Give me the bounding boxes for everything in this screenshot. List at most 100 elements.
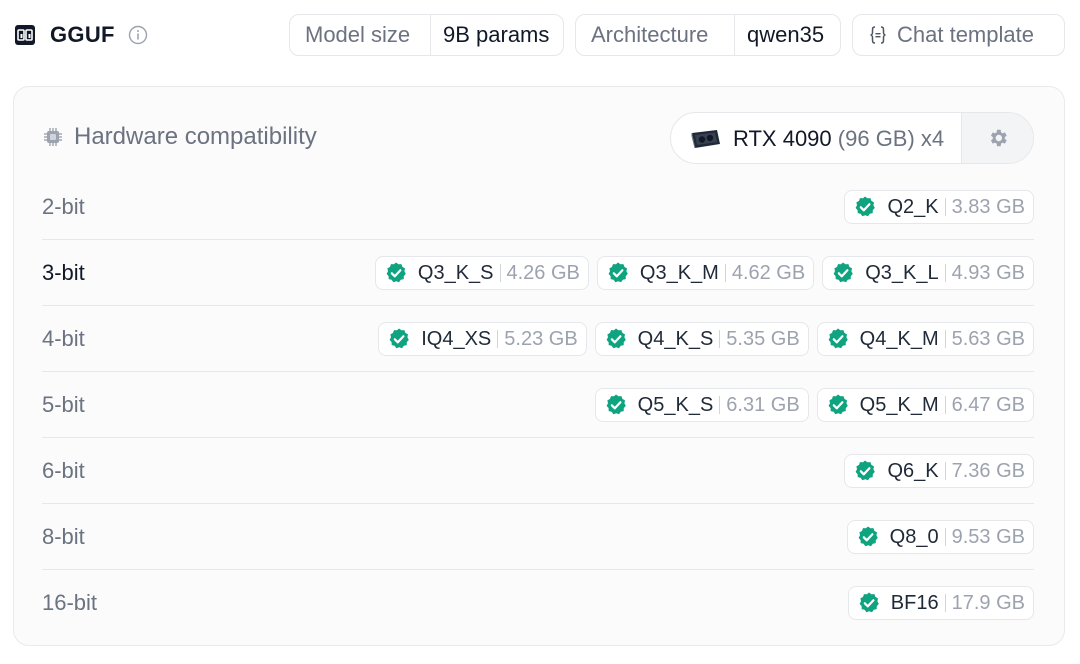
gpu-settings-button[interactable] — [961, 113, 1033, 163]
quant-size: 5.63 GB — [951, 327, 1025, 350]
quant-name: Q5_K_S — [637, 393, 714, 416]
quant-file-tag[interactable]: Q3_K_S 4.26 GB — [374, 256, 589, 290]
gpu-model: RTX 4090 — [733, 126, 832, 151]
quant-row-5-bit: 5-bit Q5_K_S 6.31 GB Q5_K_M 6.47 GB — [42, 372, 1034, 438]
bit-label: 3-bit — [42, 260, 85, 285]
quant-name: Q6_K — [887, 459, 939, 482]
quant-tags: Q8_0 9.53 GB — [846, 520, 1034, 554]
quant-row-2-bit: 2-bit Q2_K 3.83 GB — [42, 174, 1034, 240]
quant-name: Q3_K_M — [639, 261, 719, 284]
verified-check-icon — [608, 262, 628, 283]
quant-name: IQ4_XS — [421, 327, 492, 350]
model-size-pill: Model size 9B params — [289, 14, 564, 56]
quant-name: Q4_K_S — [637, 327, 714, 350]
quant-file-tag[interactable]: BF16 17.9 GB — [847, 586, 1034, 620]
quant-row-16-bit: 16-bit BF16 17.9 GB — [42, 570, 1034, 636]
chip-icon — [44, 128, 62, 146]
quant-file-tag[interactable]: Q4_K_S 5.35 GB — [594, 322, 809, 356]
verified-check-icon — [859, 592, 879, 613]
divider — [499, 264, 501, 282]
gpu-card-icon — [691, 130, 720, 149]
chat-template-button[interactable]: Chat template — [852, 14, 1065, 56]
divider — [944, 198, 946, 216]
divider — [944, 528, 946, 546]
gpu-memory: (96 GB) x4 — [837, 126, 945, 151]
quant-tags: Q5_K_S 6.31 GB Q5_K_M 6.47 GB — [594, 388, 1034, 422]
quant-file-tag[interactable]: Q6_K 7.36 GB — [844, 454, 1034, 488]
bit-label: 16-bit — [42, 590, 98, 615]
bit-label: 6-bit — [42, 458, 85, 483]
page-title: GGUF — [50, 22, 115, 47]
quant-file-tag[interactable]: Q5_K_S 6.31 GB — [594, 388, 809, 422]
quant-file-tag[interactable]: Q3_K_L 4.93 GB — [822, 256, 1034, 290]
quant-size: 4.62 GB — [731, 261, 806, 284]
verified-check-icon — [858, 526, 878, 547]
divider — [497, 330, 499, 348]
quant-file-tag[interactable]: Q8_0 9.53 GB — [846, 520, 1034, 554]
quant-size: 7.36 GB — [951, 459, 1025, 482]
chat-template-label: Chat template — [897, 22, 1034, 47]
quant-tags: Q6_K 7.36 GB — [844, 454, 1034, 488]
hardware-compatibility-title: Hardware compatibility — [74, 123, 317, 150]
quant-size: 6.31 GB — [726, 393, 800, 416]
quant-size: 5.23 GB — [504, 327, 578, 350]
quant-tags: BF16 17.9 GB — [847, 586, 1034, 620]
divider — [724, 264, 726, 282]
quant-name: Q2_K — [887, 195, 939, 218]
verified-check-icon — [606, 394, 626, 415]
quant-size: 17.9 GB — [951, 591, 1025, 614]
architecture-label: Architecture — [576, 15, 735, 55]
quant-row-8-bit: 8-bit Q8_0 9.53 GB — [42, 504, 1034, 570]
quant-name: Q3_K_L — [865, 261, 939, 284]
bit-label: 2-bit — [42, 194, 85, 219]
quant-file-tag[interactable]: Q5_K_M 6.47 GB — [816, 388, 1034, 422]
quant-row-6-bit: 6-bit Q6_K 7.36 GB — [42, 438, 1034, 504]
divider — [944, 330, 946, 348]
quant-size: 5.35 GB — [726, 327, 800, 350]
bit-label: 5-bit — [42, 392, 85, 417]
quant-row-3-bit: 3-bit Q3_K_S 4.26 GB Q3_K_M 4.62 GB Q3_K_L 4.9… — [42, 240, 1034, 306]
quant-size: 6.47 GB — [951, 393, 1025, 416]
architecture-value: qwen35 — [747, 22, 825, 47]
divider — [944, 396, 946, 414]
divider — [944, 594, 946, 612]
quant-file-tag[interactable]: Q3_K_M 4.62 GB — [596, 256, 815, 290]
verified-check-icon — [856, 460, 876, 481]
quant-name: Q3_K_S — [417, 261, 494, 284]
divider — [719, 396, 721, 414]
quant-name: Q5_K_M — [859, 393, 939, 416]
quant-name: BF16 — [890, 591, 939, 614]
gguf-logo-icon — [15, 25, 35, 45]
quant-file-tag[interactable]: IQ4_XS 5.23 GB — [378, 322, 587, 356]
quant-tags: IQ4_XS 5.23 GB Q4_K_S 5.35 GB Q4_K_M 5.63 GB — [378, 322, 1034, 356]
verified-check-icon — [389, 328, 410, 349]
divider — [944, 462, 946, 480]
verified-check-icon — [833, 262, 854, 283]
hardware-compatibility-heading: Hardware compatibility — [42, 118, 317, 156]
quant-size: 4.93 GB — [951, 261, 1025, 284]
gpu-name: RTX 4090 (96 GB) x4 — [733, 125, 944, 153]
quant-tags: Q2_K 3.83 GB — [844, 190, 1034, 224]
quant-tags: Q3_K_S 4.26 GB Q3_K_M 4.62 GB Q3_K_L 4.93 GB — [374, 256, 1034, 290]
gpu-selector[interactable]: RTX 4090 (96 GB) x4 — [670, 112, 1034, 164]
quant-name: Q8_0 — [889, 525, 939, 548]
verified-check-icon — [828, 394, 848, 415]
architecture-pill: Architecture qwen35 — [575, 14, 841, 56]
quant-file-tag[interactable]: Q4_K_M 5.63 GB — [816, 322, 1034, 356]
model-size-value: 9B params — [443, 22, 550, 47]
quant-row-4-bit: 4-bit IQ4_XS 5.23 GB Q4_K_S 5.35 GB Q4_K_M 5.6… — [42, 306, 1034, 372]
quant-size: 3.83 GB — [951, 195, 1025, 218]
info-icon[interactable] — [127, 24, 149, 46]
verified-check-icon — [828, 328, 848, 349]
bit-label: 4-bit — [42, 326, 85, 351]
model-size-label: Model size — [290, 15, 431, 55]
gguf-header: GGUF Model size 9B params Architecture q… — [0, 0, 1080, 72]
verified-check-icon — [606, 328, 626, 349]
quant-file-tag[interactable]: Q2_K 3.83 GB — [844, 190, 1034, 224]
gear-icon — [990, 129, 1007, 147]
bit-label: 8-bit — [42, 524, 85, 549]
divider — [719, 330, 721, 348]
quant-name: Q4_K_M — [859, 327, 939, 350]
quant-size: 9.53 GB — [951, 525, 1025, 548]
verified-check-icon — [386, 262, 406, 283]
